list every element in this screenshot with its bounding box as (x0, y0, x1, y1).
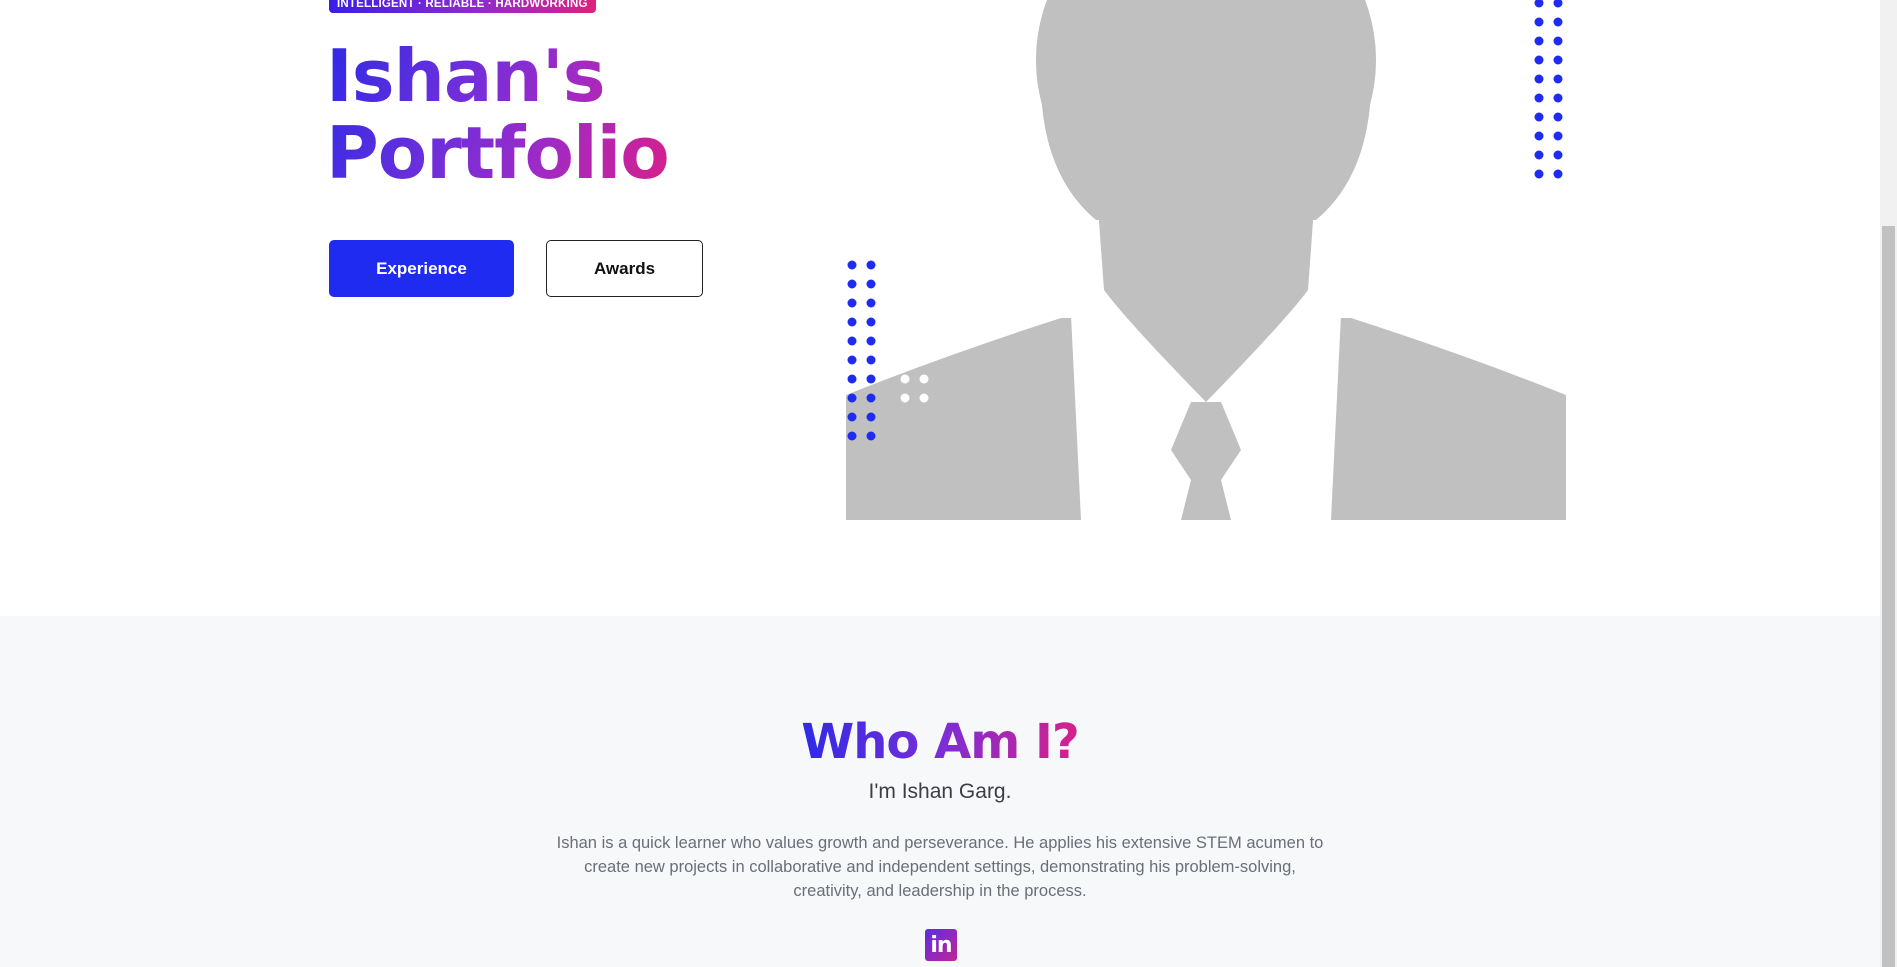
hero-title-line-1: Ishan's (326, 34, 605, 118)
hero-title-line-2: Portfolio (326, 111, 669, 195)
decorative-dot-grid-left (847, 260, 876, 441)
about-section: Who Am I? I'm Ishan Garg. Ishan is a qui… (0, 616, 1897, 967)
decorative-dot-grid-white (900, 374, 929, 403)
profile-portrait-image (846, 0, 1566, 520)
about-description: Ishan is a quick learner who values grow… (556, 834, 1324, 900)
page-scrollbar-thumb[interactable] (1882, 226, 1895, 967)
linkedin-icon[interactable]: in (925, 929, 957, 961)
tagline-badge: INTELLIGENT · RELIABLE · HARDWORKING (329, 0, 596, 13)
about-title-text: Who Am I? (801, 714, 1079, 770)
person-silhouette-icon (846, 0, 1566, 520)
about-title: Who Am I? (0, 714, 1880, 770)
awards-button[interactable]: Awards (546, 240, 703, 297)
page: INTELLIGENT · RELIABLE · HARDWORKING Ish… (0, 0, 1897, 967)
experience-button[interactable]: Experience (329, 240, 514, 297)
page-scrollbar-track[interactable] (1880, 0, 1897, 967)
hero-title: Ishan's Portfolio (326, 38, 669, 192)
hero-section: INTELLIGENT · RELIABLE · HARDWORKING Ish… (0, 0, 1897, 616)
decorative-dot-grid-top-right (1534, 0, 1563, 179)
about-subtitle: I'm Ishan Garg. (868, 780, 1012, 803)
